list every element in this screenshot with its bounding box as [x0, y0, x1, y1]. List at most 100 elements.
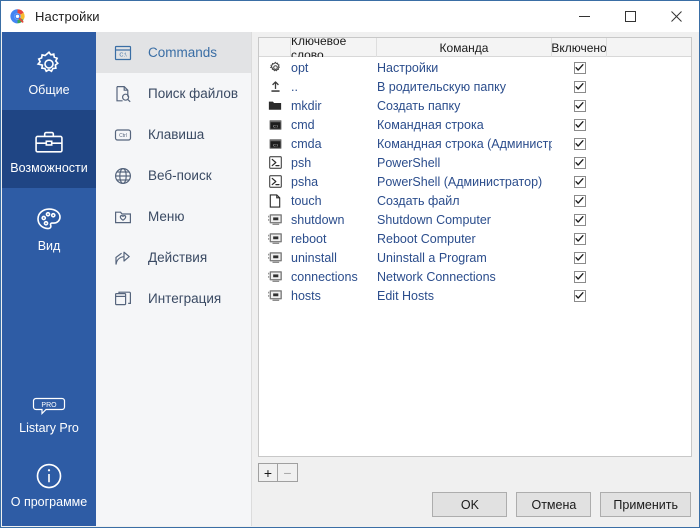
dialog-footer: OK Отмена Применить [432, 492, 691, 517]
table-row[interactable]: C:\cmdКомандная строка [259, 115, 691, 134]
cell-spacer [607, 115, 691, 134]
palette-icon [34, 201, 64, 235]
close-button[interactable] [653, 1, 699, 32]
cell-command: Shutdown Computer [377, 210, 552, 229]
monitor-icon [259, 248, 291, 267]
cell-keyword: cmd [291, 115, 377, 134]
column-header-spacer[interactable] [607, 38, 691, 57]
enabled-checkbox[interactable] [574, 290, 586, 302]
enabled-checkbox[interactable] [574, 119, 586, 131]
column-header-command[interactable]: Команда [377, 38, 552, 57]
table-row[interactable]: shutdownShutdown Computer [259, 210, 691, 229]
cell-spacer [607, 267, 691, 286]
apply-button[interactable]: Применить [600, 492, 691, 517]
enabled-checkbox[interactable] [574, 138, 586, 150]
subnav-item-integration[interactable]: Интеграция [96, 278, 251, 319]
powershell-icon [259, 172, 291, 191]
add-command-button[interactable]: + [258, 463, 278, 482]
maximize-button[interactable] [607, 1, 653, 32]
table-row[interactable]: mkdirСоздать папку [259, 96, 691, 115]
globe-icon [112, 165, 134, 187]
monitor-icon [259, 267, 291, 286]
sidebar-item-appearance[interactable]: Вид [2, 188, 96, 266]
cell-command: В родительскую папку [377, 77, 552, 96]
cell-command: Uninstall a Program [377, 248, 552, 267]
cell-enabled[interactable] [552, 248, 607, 267]
subnav-item-label: Интеграция [148, 291, 221, 306]
commands-table: Ключевое слово Команда Включено optНастр… [258, 37, 692, 457]
svg-text:C:\: C:\ [119, 52, 127, 58]
cell-enabled[interactable] [552, 58, 607, 77]
title-bar: Настройки [1, 1, 699, 32]
table-body: optНастройки..В родительскую папкуmkdirС… [259, 58, 691, 456]
ctrl-key-icon: Ctrl [112, 124, 134, 146]
info-icon [34, 457, 64, 491]
sidebar-item-listary-pro[interactable]: PRO Listary Pro [2, 372, 96, 446]
cell-enabled[interactable] [552, 115, 607, 134]
enabled-checkbox[interactable] [574, 176, 586, 188]
table-row[interactable]: rebootReboot Computer [259, 229, 691, 248]
cell-enabled[interactable] [552, 134, 607, 153]
subnav-item-hotkey[interactable]: Ctrl Клавиша [96, 114, 251, 155]
enabled-checkbox[interactable] [574, 252, 586, 264]
sidebar-item-label: Вид [38, 240, 61, 253]
folder-heart-icon [112, 206, 134, 228]
cell-enabled[interactable] [552, 153, 607, 172]
sidebar-item-features[interactable]: Возможности [2, 110, 96, 188]
column-header-enabled[interactable]: Включено [552, 38, 607, 57]
cell-keyword: hosts [291, 286, 377, 305]
subnav-item-actions[interactable]: Действия [96, 237, 251, 278]
cell-enabled[interactable] [552, 96, 607, 115]
primary-sidebar: Общие Возможности [2, 32, 96, 526]
table-row[interactable]: touchСоздать файл [259, 191, 691, 210]
enabled-checkbox[interactable] [574, 214, 586, 226]
enabled-checkbox[interactable] [574, 62, 586, 74]
cell-enabled[interactable] [552, 172, 607, 191]
table-row[interactable]: C:\cmdaКомандная строка (Администратор) [259, 134, 691, 153]
table-row[interactable]: hostsEdit Hosts [259, 286, 691, 305]
subnav-item-file-search[interactable]: Поиск файлов [96, 73, 251, 114]
cell-spacer [607, 58, 691, 77]
enabled-checkbox[interactable] [574, 195, 586, 207]
enabled-checkbox[interactable] [574, 271, 586, 283]
cell-enabled[interactable] [552, 191, 607, 210]
svg-text:PRO: PRO [41, 402, 57, 409]
cell-enabled[interactable] [552, 229, 607, 248]
cell-spacer [607, 229, 691, 248]
windows-stack-icon [112, 288, 134, 310]
enabled-checkbox[interactable] [574, 100, 586, 112]
enabled-checkbox[interactable] [574, 233, 586, 245]
table-row[interactable]: connectionsNetwork Connections [259, 267, 691, 286]
cell-command: Командная строка (Администратор) [377, 134, 552, 153]
cell-keyword: mkdir [291, 96, 377, 115]
table-row[interactable]: ..В родительскую папку [259, 77, 691, 96]
cell-enabled[interactable] [552, 286, 607, 305]
cancel-button[interactable]: Отмена [516, 492, 591, 517]
column-header-icon[interactable] [259, 38, 291, 57]
cell-command: Создать папку [377, 96, 552, 115]
cell-enabled[interactable] [552, 267, 607, 286]
column-header-keyword[interactable]: Ключевое слово [291, 38, 377, 57]
gear-icon [259, 58, 291, 77]
sidebar-item-about[interactable]: О программе [2, 446, 96, 520]
cell-enabled[interactable] [552, 77, 607, 96]
table-row[interactable]: pshPowerShell [259, 153, 691, 172]
cell-enabled[interactable] [552, 210, 607, 229]
subnav-item-menu[interactable]: Меню [96, 196, 251, 237]
remove-command-button[interactable]: − [278, 463, 298, 482]
table-row[interactable]: optНастройки [259, 58, 691, 77]
sidebar-item-label: Listary Pro [19, 422, 79, 435]
enabled-checkbox[interactable] [574, 81, 586, 93]
table-row[interactable]: uninstallUninstall a Program [259, 248, 691, 267]
briefcase-icon [33, 123, 65, 157]
minimize-button[interactable] [561, 1, 607, 32]
table-row[interactable]: pshaPowerShell (Администратор) [259, 172, 691, 191]
sidebar-item-general[interactable]: Общие [2, 32, 96, 110]
cell-spacer [607, 172, 691, 191]
cell-keyword: psha [291, 172, 377, 191]
subnav-item-web-search[interactable]: Веб-поиск [96, 155, 251, 196]
subnav-item-commands[interactable]: C:\ Commands [96, 32, 251, 73]
subnav-item-label: Клавиша [148, 127, 204, 142]
ok-button[interactable]: OK [432, 492, 507, 517]
enabled-checkbox[interactable] [574, 157, 586, 169]
